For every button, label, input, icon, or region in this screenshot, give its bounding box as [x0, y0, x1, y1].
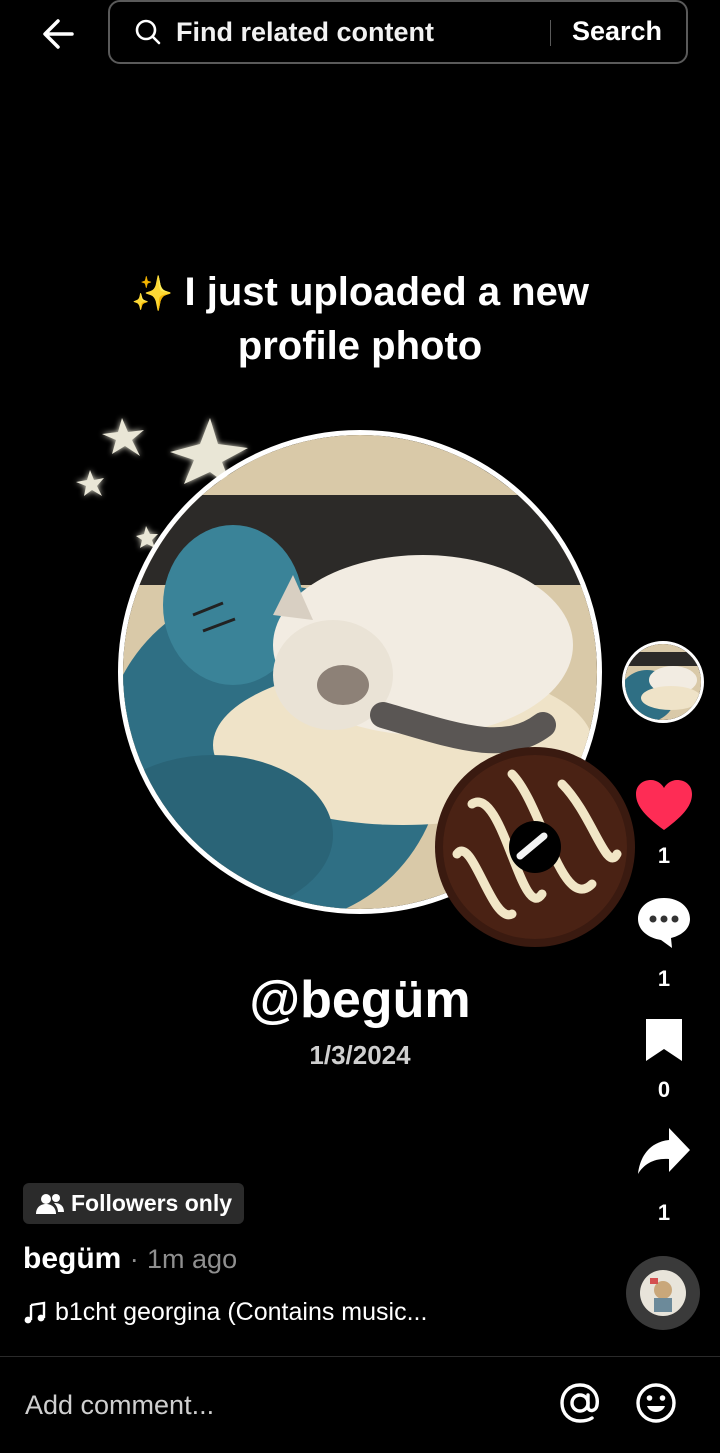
comment-input[interactable]: [23, 1389, 527, 1422]
video-headline: ✨ I just uploaded a new profile photo: [0, 266, 720, 372]
people-icon: [36, 1193, 64, 1214]
video-player[interactable]: ✨ I just uploaded a new profile photo @b…: [0, 80, 720, 1160]
search-submit-button[interactable]: Search: [572, 16, 662, 47]
bookmark-icon: [646, 1019, 682, 1061]
post-time: 1m ago: [147, 1244, 238, 1274]
music-note-icon: [24, 1301, 46, 1323]
headline-line-1: I just uploaded a new: [184, 270, 589, 314]
share-arrow-icon: [638, 1128, 690, 1174]
headline-line-2: profile photo: [237, 324, 483, 368]
audience-badge: Followers only: [23, 1183, 245, 1224]
comment-button[interactable]: [624, 896, 704, 953]
share-button[interactable]: [624, 1126, 704, 1181]
comment-bar: [0, 1357, 720, 1453]
sparkles-icon: ✨: [131, 275, 174, 313]
at-sign-icon[interactable]: [558, 1381, 602, 1425]
author-line: begüm · 1m ago: [23, 1242, 237, 1276]
chat-bubble-icon: [638, 898, 690, 948]
search-divider: [550, 20, 551, 46]
music-disc-button[interactable]: [626, 1256, 700, 1330]
back-button[interactable]: [34, 10, 82, 58]
author-name[interactable]: begüm: [23, 1242, 121, 1275]
meta-separator: ·: [129, 1244, 139, 1274]
music-track[interactable]: b1cht georgina (Contains music...: [23, 1298, 427, 1327]
music-title: b1cht georgina (Contains music...: [55, 1298, 428, 1326]
magnifier-icon: [135, 19, 161, 45]
heart-icon: [636, 780, 692, 830]
music-disc-cover: [640, 1270, 686, 1316]
save-count: 0: [657, 1077, 671, 1102]
search-bar: Search: [108, 0, 688, 64]
smiley-icon[interactable]: [634, 1381, 678, 1425]
like-button[interactable]: [624, 780, 704, 837]
upload-date: 1/3/2024: [309, 1040, 411, 1070]
profile-handle: @begüm: [249, 971, 471, 1029]
comment-count: 1: [657, 966, 671, 991]
like-count: 1: [657, 843, 671, 868]
donut-sticker: [435, 747, 635, 947]
share-count: 1: [657, 1200, 671, 1225]
search-input[interactable]: [174, 15, 538, 49]
audience-label: Followers only: [71, 1190, 233, 1216]
arrow-left-icon: [43, 19, 74, 49]
video-viewer-screen: Search ✨ I just uploaded a new profile p…: [0, 0, 720, 1453]
avatar-image: [625, 644, 701, 720]
save-button[interactable]: [624, 1017, 704, 1068]
creator-avatar[interactable]: [622, 641, 704, 723]
